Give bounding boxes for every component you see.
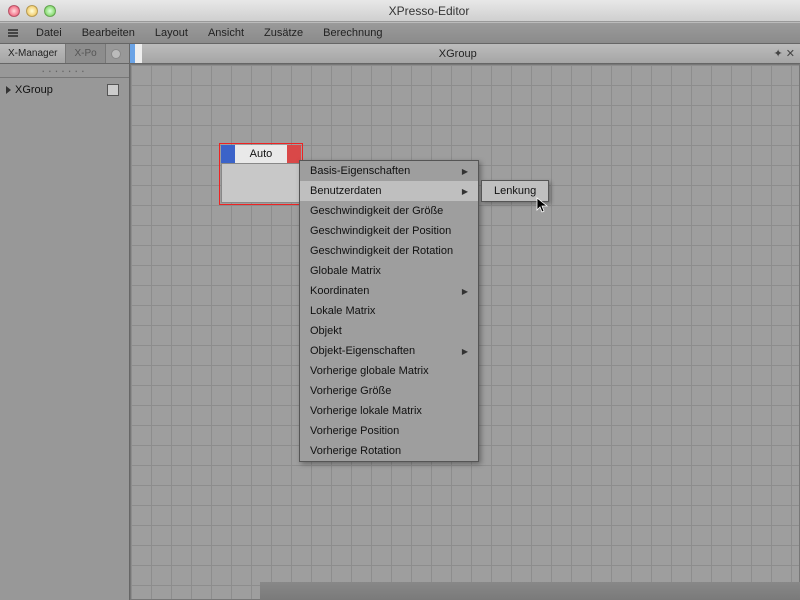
node-canvas[interactable]: Auto Basis-EigenschaftenBenutzerdatenGes…	[130, 64, 800, 600]
context-menu-item[interactable]: Vorherige Position	[300, 421, 478, 441]
footer	[260, 582, 800, 600]
sidebar-grip[interactable]: ∙∙∙∙∙∙∙	[0, 64, 129, 78]
tree: XGroup	[0, 78, 129, 102]
context-menu-item[interactable]: Objekt-Eigenschaften	[300, 341, 478, 361]
context-menu-item[interactable]: Geschwindigkeit der Größe	[300, 201, 478, 221]
context-menu-item[interactable]: Basis-Eigenschaften	[300, 161, 478, 181]
window-title: XPresso-Editor	[66, 4, 792, 18]
node-title: Auto	[235, 145, 287, 163]
context-menu-item[interactable]: Vorherige lokale Matrix	[300, 401, 478, 421]
tab-x-pool[interactable]: X-Po	[66, 44, 105, 63]
context-menu-item[interactable]: Objekt	[300, 321, 478, 341]
context-menu-item[interactable]: Lokale Matrix	[300, 301, 478, 321]
node-body[interactable]	[221, 163, 301, 203]
minimize-button[interactable]	[26, 5, 38, 17]
context-menu-item[interactable]: Geschwindigkeit der Position	[300, 221, 478, 241]
context-menu-item[interactable]: Vorherige globale Matrix	[300, 361, 478, 381]
sidebar-tool-icon[interactable]	[106, 44, 126, 63]
context-submenu: Lenkung	[481, 180, 549, 202]
context-menu-item[interactable]: Koordinaten	[300, 281, 478, 301]
context-menu-item[interactable]: Vorherige Rotation	[300, 441, 478, 461]
canvas-header-icons[interactable]: ✦ ✕	[774, 47, 800, 60]
tree-item-icon	[107, 84, 119, 96]
menu-bearbeiten[interactable]: Bearbeiten	[72, 22, 145, 44]
window-titlebar: XPresso-Editor	[0, 0, 800, 22]
canvas-header: XGroup ✦ ✕	[130, 44, 800, 64]
context-menu-item[interactable]: Geschwindigkeit der Rotation	[300, 241, 478, 261]
menu-zusaetze[interactable]: Zusätze	[254, 22, 313, 44]
menu-ansicht[interactable]: Ansicht	[198, 22, 254, 44]
node-auto[interactable]: Auto	[221, 145, 301, 203]
canvas-header-stripe	[130, 44, 142, 63]
menu-datei[interactable]: Datei	[26, 22, 72, 44]
node-input-port[interactable]	[221, 145, 235, 163]
app-menu-icon[interactable]	[6, 26, 20, 40]
submenu-item[interactable]: Lenkung	[482, 181, 548, 201]
menu-berechnung[interactable]: Berechnung	[313, 22, 392, 44]
context-menu-item[interactable]: Vorherige Größe	[300, 381, 478, 401]
tab-x-manager[interactable]: X-Manager	[0, 44, 66, 63]
menu-layout[interactable]: Layout	[145, 22, 198, 44]
window-controls	[8, 5, 56, 17]
context-menu: Basis-EigenschaftenBenutzerdatenGeschwin…	[299, 160, 479, 462]
tree-item-label: XGroup	[15, 84, 53, 96]
canvas-area: XGroup ✦ ✕ Auto Basis-EigenschaftenBenut…	[130, 44, 800, 600]
context-menu-item[interactable]: Benutzerdaten	[300, 181, 478, 201]
sidebar-tabs: X-Manager X-Po	[0, 44, 129, 64]
tree-item-xgroup[interactable]: XGroup	[6, 84, 123, 96]
zoom-button[interactable]	[44, 5, 56, 17]
canvas-title: XGroup	[142, 48, 774, 60]
node-header: Auto	[221, 145, 301, 163]
close-button[interactable]	[8, 5, 20, 17]
menu-bar: Datei Bearbeiten Layout Ansicht Zusätze …	[0, 22, 800, 44]
disclosure-icon[interactable]	[6, 86, 11, 94]
context-menu-item[interactable]: Globale Matrix	[300, 261, 478, 281]
sidebar: X-Manager X-Po ∙∙∙∙∙∙∙ XGroup	[0, 44, 130, 600]
